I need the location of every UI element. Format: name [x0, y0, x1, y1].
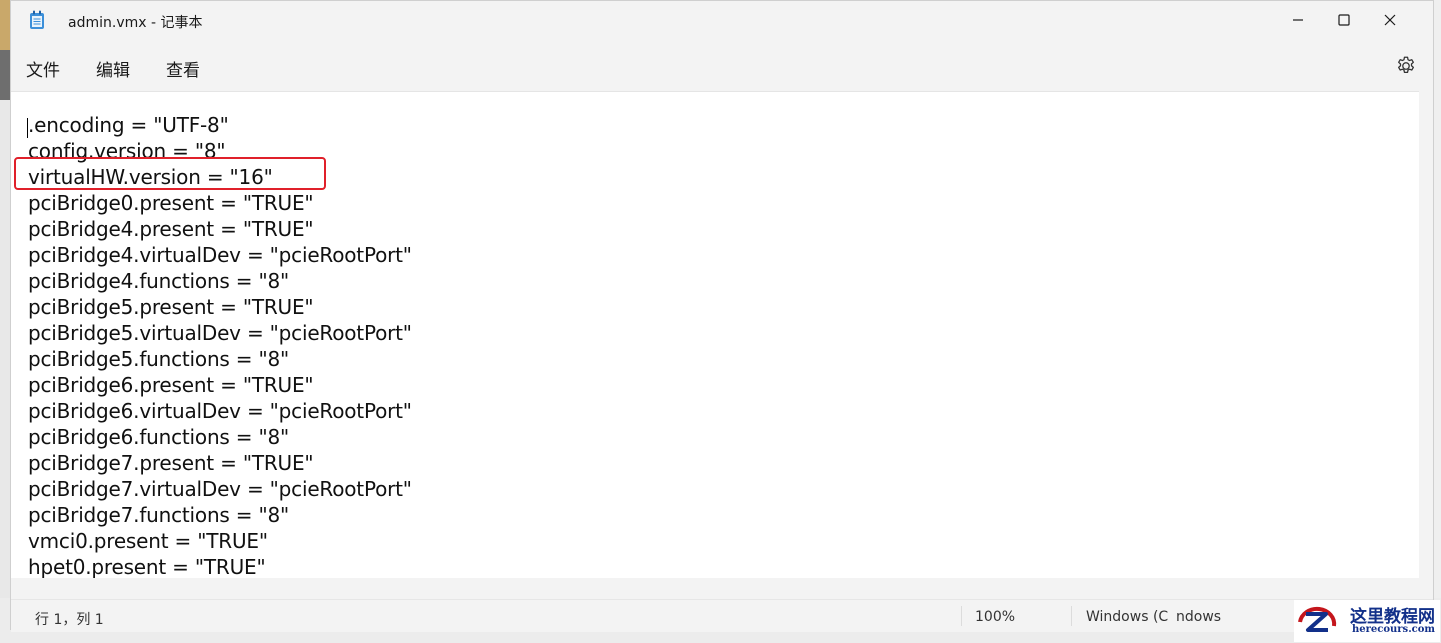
editor-line: vmci0.present = "TRUE" — [28, 529, 268, 553]
menu-file[interactable]: 文件 — [26, 56, 60, 81]
notepad-app-icon — [30, 10, 44, 29]
editor-line: .encoding = "UTF-8" — [28, 113, 229, 137]
editor-line: pciBridge5.functions = "8" — [28, 347, 290, 371]
editor-line: pciBridge7.functions = "8" — [28, 503, 290, 527]
gear-icon[interactable] — [1395, 55, 1417, 77]
encoding: ndows — [1176, 609, 1222, 625]
editor-line: pciBridge4.functions = "8" — [28, 269, 290, 293]
editor-line: pciBridge5.virtualDev = "pcieRootPort" — [28, 321, 412, 345]
line-ending: Windows (C — [1086, 609, 1169, 625]
maximize-icon — [1338, 14, 1350, 26]
minimize-icon — [1293, 19, 1303, 21]
status-divider — [961, 606, 962, 626]
cursor-position: 行 1，列 1 — [35, 612, 104, 628]
watermark-url: herecours.com — [1352, 624, 1436, 635]
editor-line: pciBridge0.present = "TRUE" — [28, 191, 314, 215]
title-bar[interactable]: admin.vmx - 记事本 — [11, 1, 1433, 41]
maximize-button[interactable] — [1321, 1, 1367, 39]
window-title: admin.vmx - 记事本 — [68, 15, 203, 31]
close-icon — [1384, 14, 1396, 26]
editor-line: pciBridge5.present = "TRUE" — [28, 295, 314, 319]
site-watermark: 这里教程网 herecours.com — [1294, 600, 1440, 642]
menu-view[interactable]: 查看 — [166, 56, 200, 81]
editor-line: pciBridge4.present = "TRUE" — [28, 217, 314, 241]
editor-line: pciBridge7.present = "TRUE" — [28, 451, 314, 475]
status-divider — [1071, 606, 1072, 626]
close-button[interactable] — [1367, 1, 1413, 39]
minimize-button[interactable] — [1275, 1, 1321, 39]
editor-line: pciBridge4.virtualDev = "pcieRootPort" — [28, 243, 412, 267]
editor-line: pciBridge6.virtualDev = "pcieRootPort" — [28, 399, 412, 423]
zoom-level: 100% — [975, 609, 1016, 625]
menu-bar: 文件 编辑 查看 — [11, 49, 1433, 85]
status-bar: 行 1，列 1 100% Windows (C ndows — [11, 599, 1433, 632]
text-caret — [27, 118, 28, 138]
notepad-window: admin.vmx - 记事本 文件 编辑 查看 .encoding = "UT… — [10, 0, 1434, 632]
editor-line: pciBridge7.virtualDev = "pcieRootPort" — [28, 477, 412, 501]
vertical-scrollbar[interactable] — [1419, 91, 1433, 577]
editor-line: hpet0.present = "TRUE" — [28, 555, 266, 578]
editor-line: pciBridge6.present = "TRUE" — [28, 373, 314, 397]
watermark-logo-icon — [1298, 606, 1337, 632]
text-editor[interactable]: .encoding = "UTF-8" config.version = "8" v… — [11, 91, 1419, 578]
editor-line: pciBridge6.functions = "8" — [28, 425, 290, 449]
highlight-box — [14, 157, 326, 190]
menu-edit[interactable]: 编辑 — [96, 56, 130, 81]
